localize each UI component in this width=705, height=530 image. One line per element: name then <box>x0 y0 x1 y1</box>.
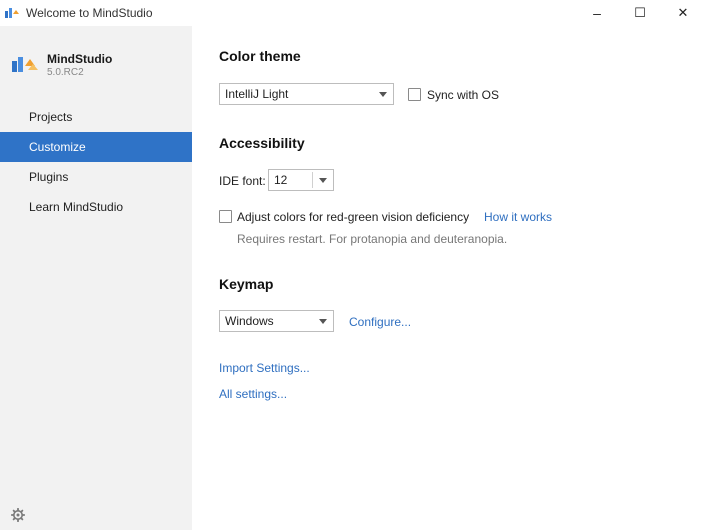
chevron-down-icon <box>379 92 387 97</box>
keymap-select-value: Windows <box>225 314 274 328</box>
close-button[interactable]: ✕ <box>660 0 705 26</box>
sidebar-item-projects[interactable]: Projects <box>0 102 192 132</box>
theme-select[interactable]: IntelliJ Light <box>219 83 394 105</box>
app-name: MindStudio <box>47 52 113 66</box>
maximize-icon: ☐ <box>634 5 646 20</box>
sidebar-item-plugins[interactable]: Plugins <box>0 162 192 192</box>
sidebar-item-label: Plugins <box>29 170 69 184</box>
keymap-heading: Keymap <box>219 276 274 292</box>
sidebar-item-learn[interactable]: Learn MindStudio <box>0 192 192 222</box>
chevron-down-icon <box>319 319 327 324</box>
theme-select-value: IntelliJ Light <box>225 87 289 101</box>
sync-with-os-label: Sync with OS <box>427 88 500 102</box>
ide-font-label: IDE font: <box>219 174 266 188</box>
customize-panel: Color theme IntelliJ Light Sync with OS … <box>192 26 705 530</box>
sync-with-os-checkbox[interactable] <box>408 88 421 101</box>
chevron-down-icon <box>319 178 327 183</box>
sidebar-nav: Projects Customize Plugins Learn MindStu… <box>0 102 192 222</box>
mindstudio-logo-icon <box>12 57 38 72</box>
vision-deficiency-checkbox[interactable] <box>219 210 232 223</box>
keymap-select[interactable]: Windows <box>219 310 334 332</box>
sidebar-item-label: Customize <box>29 140 86 154</box>
mindstudio-logo-icon <box>5 8 19 18</box>
color-theme-heading: Color theme <box>219 48 301 64</box>
ide-font-value: 12 <box>274 173 288 187</box>
vision-deficiency-label: Adjust colors for red-green vision defic… <box>237 210 470 224</box>
sidebar-item-label: Learn MindStudio <box>29 200 124 214</box>
all-settings-link[interactable]: All settings... <box>219 387 287 401</box>
import-settings-link[interactable]: Import Settings... <box>219 361 310 375</box>
select-divider <box>312 172 313 188</box>
title-bar: Welcome to MindStudio – ☐ ✕ <box>0 0 705 26</box>
sidebar: MindStudio 5.0.RC2 Projects Customize Pl… <box>0 26 192 530</box>
sidebar-item-customize[interactable]: Customize <box>0 132 192 162</box>
how-it-works-link[interactable]: How it works <box>484 210 552 224</box>
maximize-button[interactable]: ☐ <box>617 0 663 26</box>
close-icon: ✕ <box>677 5 689 20</box>
accessibility-heading: Accessibility <box>219 135 305 151</box>
gear-icon[interactable] <box>11 508 25 522</box>
restart-note: Requires restart. For protanopia and deu… <box>237 232 508 246</box>
app-version: 5.0.RC2 <box>47 67 84 78</box>
configure-keymap-link[interactable]: Configure... <box>349 315 411 329</box>
minimize-icon: – <box>593 5 601 21</box>
ide-font-select[interactable]: 12 <box>268 169 334 191</box>
window-title: Welcome to MindStudio <box>26 6 153 20</box>
sidebar-item-label: Projects <box>29 110 73 124</box>
minimize-button[interactable]: – <box>574 0 620 26</box>
